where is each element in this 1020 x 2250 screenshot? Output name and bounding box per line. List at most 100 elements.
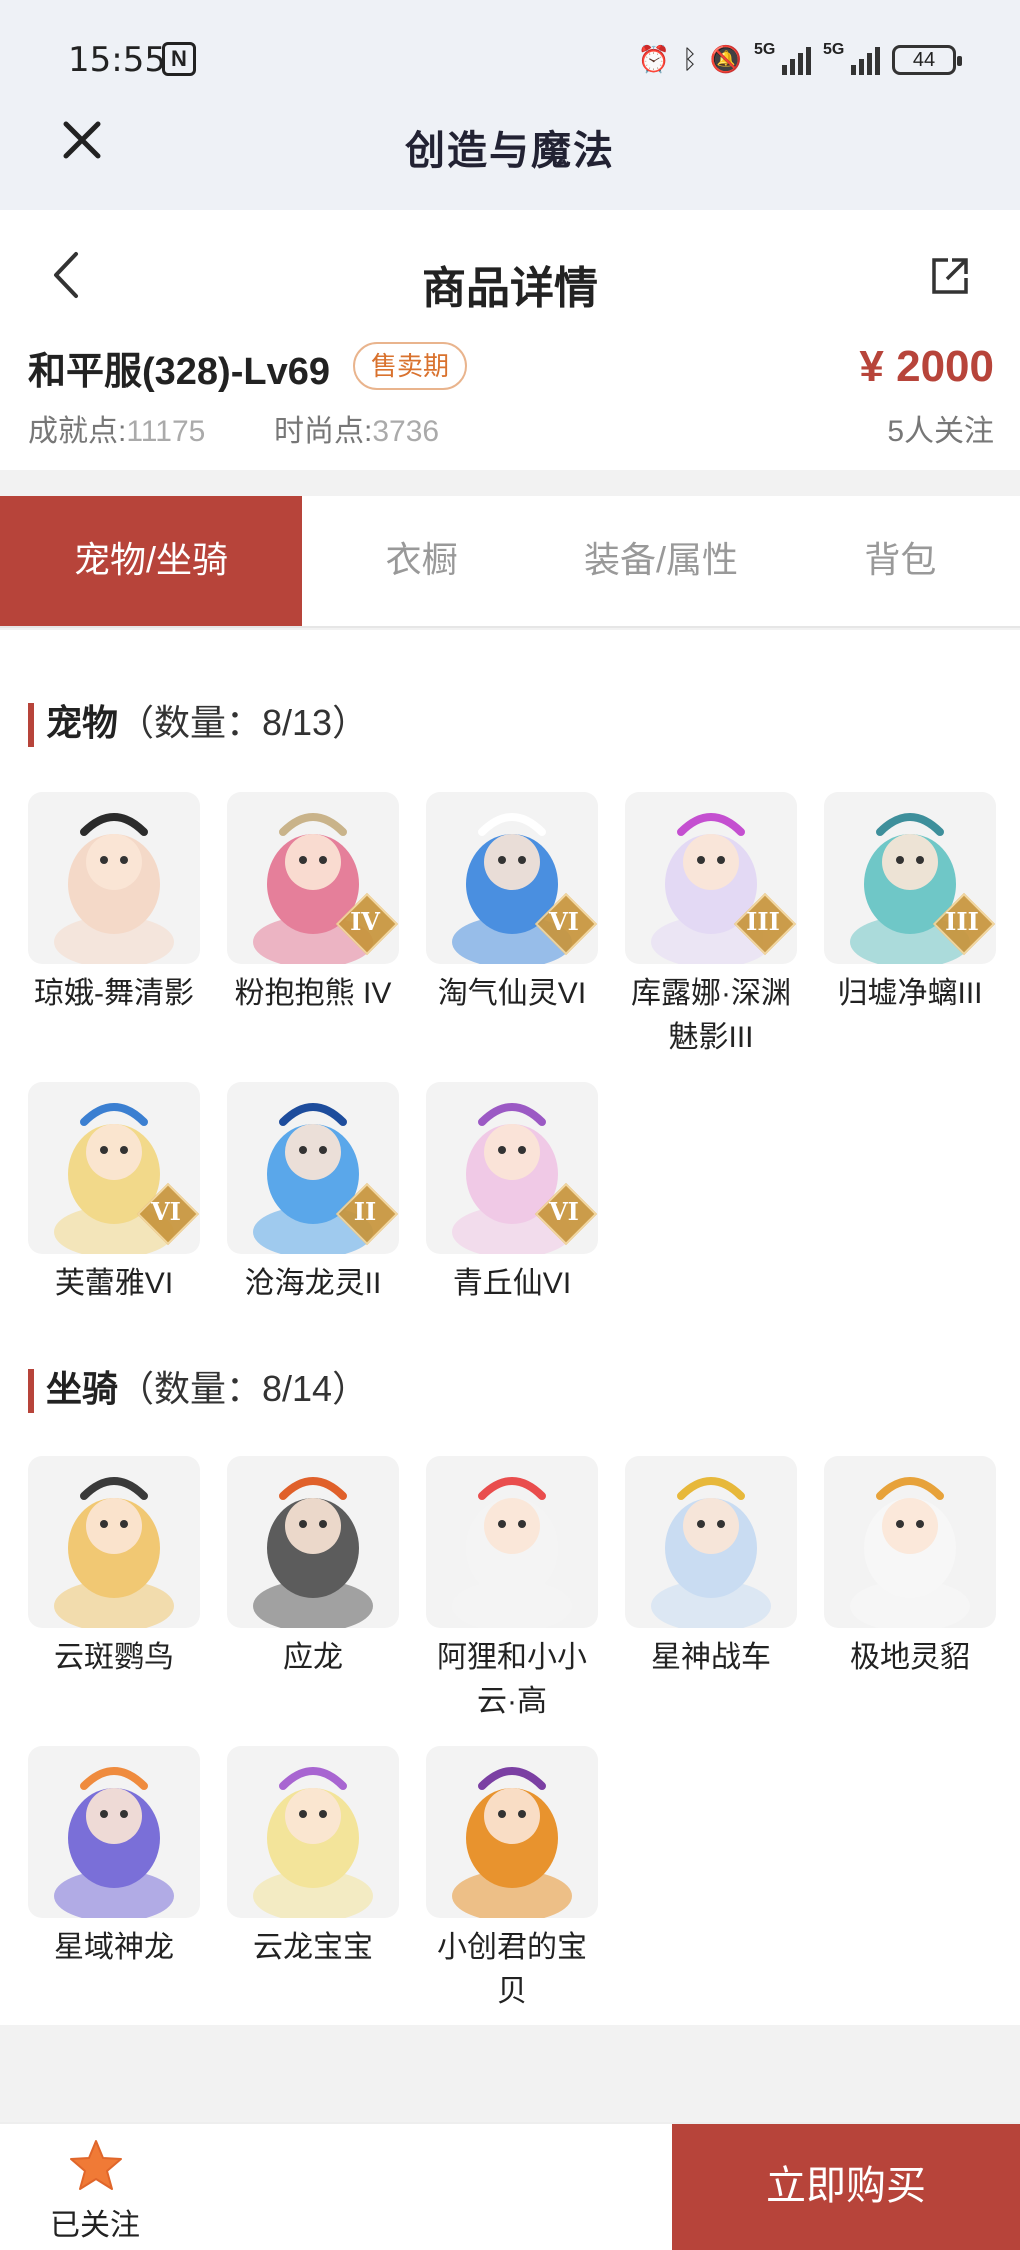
status-badge: 售卖期: [353, 342, 468, 390]
buy-now-button[interactable]: 立即购买: [672, 2124, 1020, 2250]
product-stats: 成就点:11175 时尚点:3736: [28, 406, 439, 450]
item-thumbnail: VI: [426, 1082, 598, 1254]
tier-label: II: [353, 1197, 377, 1226]
item-thumbnail: VI: [426, 792, 598, 964]
item-name: 归墟净螭III: [837, 977, 983, 1010]
status-time: 15:55: [68, 40, 166, 80]
tab-bar: 宠物/坐骑 衣橱 装备/属性 背包: [0, 496, 1020, 628]
bottom-bar: 已关注 立即购买: [0, 2122, 1020, 2250]
mounts-grid: 云斑鹦鸟 应龙 阿狸和小小云·高 星神战车 极地灵貂星域神龙 云龙宝宝 小创君的宝贝: [28, 1456, 996, 2014]
item-thumbnail: [426, 1456, 598, 1628]
list-item[interactable]: VI 青丘仙VI: [426, 1082, 598, 1306]
app-title: 创造与魔法: [405, 129, 615, 173]
star-icon: [70, 2140, 122, 2190]
pets-section-title: 宠物: [46, 702, 119, 743]
pets-section-count: （数量：8/13）: [118, 702, 369, 743]
item-name: 阿狸和小小云·高: [437, 1641, 587, 1718]
list-item[interactable]: 云斑鹦鸟: [28, 1456, 200, 1724]
alarm-icon: ⏰: [637, 45, 671, 75]
mounts-section-title: 坐骑: [46, 1368, 119, 1409]
follow-label: 已关注: [50, 2209, 140, 2242]
follow-button[interactable]: 已关注: [0, 2124, 190, 2250]
list-item[interactable]: 阿狸和小小云·高: [426, 1456, 598, 1724]
list-item[interactable]: IV 粉抱抱熊 IV: [227, 792, 399, 1060]
list-item[interactable]: II 沧海龙灵II: [227, 1082, 399, 1306]
item-thumbnail: [824, 1456, 996, 1628]
item-name: 芙蕾雅VI: [54, 1267, 174, 1300]
item-thumbnail: [227, 1746, 399, 1918]
achievement-label: 成就点:: [28, 415, 127, 448]
page-title: 商品详情: [422, 264, 598, 313]
page-header: 商品详情 和平服(328)-Lv69 售卖期 ¥ 2000 成就点:11175 …: [0, 210, 1020, 470]
item-thumbnail: [28, 1746, 200, 1918]
list-item[interactable]: VI 芙蕾雅VI: [28, 1082, 200, 1306]
tab-wardrobe[interactable]: 衣橱: [302, 496, 541, 626]
pets-mounts-content: 宠物（数量：8/13） 琼娥-舞清影 IV 粉抱抱熊 IV VI 淘气仙灵VI III 库露…: [0, 630, 1020, 2025]
list-item[interactable]: 小创君的宝贝: [426, 1746, 598, 2014]
product-name: 和平服(328)-Lv69: [28, 351, 330, 393]
character-image: [54, 813, 174, 964]
signal-icon: 5G: [754, 41, 811, 75]
item-thumbnail: II: [227, 1082, 399, 1254]
item-thumbnail: [625, 1456, 797, 1628]
tab-pets-mounts[interactable]: 宠物/坐骑: [0, 496, 302, 626]
status-icons: ⏰ ᛒ 🔕 5G 5G 44: [637, 40, 962, 80]
item-name: 沧海龙灵II: [244, 1267, 382, 1300]
list-item[interactable]: VI 淘气仙灵VI: [426, 792, 598, 1060]
tier-label: IV: [350, 907, 380, 936]
item-thumbnail: III: [824, 792, 996, 964]
list-item[interactable]: 云龙宝宝: [227, 1746, 399, 2014]
list-item[interactable]: III 库露娜·深渊魅影III: [625, 792, 797, 1060]
item-name: 云龙宝宝: [253, 1931, 373, 1964]
status-bar: 15:55 N ⏰ ᛒ 🔕 5G 5G 44: [0, 0, 1020, 118]
tab-equipment[interactable]: 装备/属性: [541, 496, 780, 626]
list-item[interactable]: 琼娥-舞清影: [28, 792, 200, 1060]
item-name: 淘气仙灵VI: [437, 977, 587, 1010]
list-item[interactable]: 星域神龙: [28, 1746, 200, 2014]
section-marker: [28, 1369, 34, 1414]
list-item[interactable]: III 归墟净螭III: [824, 792, 996, 1060]
mute-icon: 🔕: [709, 45, 742, 75]
tier-label: III: [945, 907, 979, 936]
item-name: 小创君的宝贝: [437, 1931, 587, 2008]
list-item[interactable]: 星神战车: [625, 1456, 797, 1724]
character-image: [850, 1477, 970, 1628]
item-name: 青丘仙VI: [452, 1267, 572, 1300]
nfc-icon: N: [162, 42, 196, 76]
item-name: 极地灵貂: [850, 1641, 970, 1674]
battery-icon: 44: [892, 45, 962, 75]
character-image: [253, 1477, 373, 1628]
tier-label: VI: [549, 1197, 579, 1226]
pets-section-header: 宠物（数量：8/13）: [28, 694, 369, 748]
item-name: 星域神龙: [54, 1931, 174, 1964]
item-thumbnail: IV: [227, 792, 399, 964]
price: ¥ 2000: [859, 342, 994, 391]
list-item[interactable]: 极地灵貂: [824, 1456, 996, 1724]
followers-count: 5人关注: [887, 415, 994, 448]
section-marker: [28, 703, 34, 748]
item-thumbnail: [28, 1456, 200, 1628]
share-icon[interactable]: [930, 256, 970, 296]
item-name: 应龙: [283, 1641, 343, 1674]
pets-grid: 琼娥-舞清影 IV 粉抱抱熊 IV VI 淘气仙灵VI III 库露娜·深渊魅影III III…: [28, 792, 996, 1306]
item-thumbnail: [426, 1746, 598, 1918]
character-image: [54, 1767, 174, 1918]
signal-icon: 5G: [823, 41, 880, 75]
list-item[interactable]: 应龙: [227, 1456, 399, 1724]
mounts-section-header: 坐骑（数量：8/14）: [28, 1360, 369, 1414]
character-image: [253, 1767, 373, 1918]
tier-label: III: [746, 907, 780, 936]
item-thumbnail: VI: [28, 1082, 200, 1254]
character-image: [452, 1767, 572, 1918]
tab-backpack[interactable]: 背包: [781, 496, 1020, 626]
app-bar: 创造与魔法: [0, 118, 1020, 210]
character-image: [452, 1477, 572, 1628]
bluetooth-icon: ᛒ: [682, 45, 698, 75]
item-thumbnail: [28, 792, 200, 964]
tier-label: VI: [549, 907, 579, 936]
tier-label: VI: [151, 1197, 181, 1226]
fashion-label: 时尚点:: [274, 415, 373, 448]
top-area: 15:55 N ⏰ ᛒ 🔕 5G 5G 44 创造与魔法: [0, 0, 1020, 210]
mounts-section-count: （数量：8/14）: [118, 1368, 369, 1409]
item-thumbnail: III: [625, 792, 797, 964]
